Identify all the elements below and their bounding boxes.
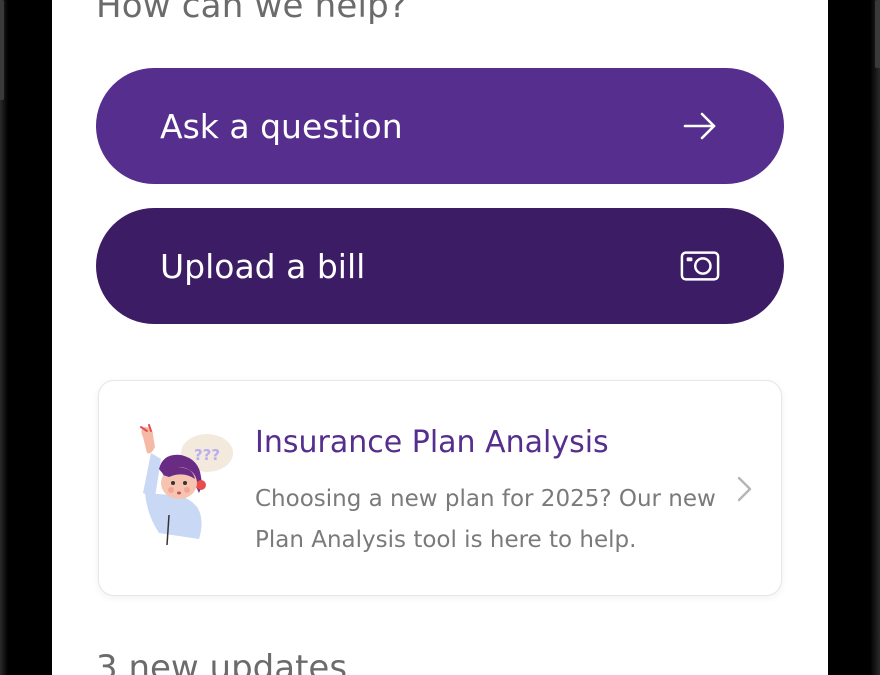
phone-device: How can we help? Ask a question Upload a… [0, 0, 880, 675]
upload-bill-label: Upload a bill [160, 246, 366, 286]
ask-question-button[interactable]: Ask a question [96, 68, 784, 184]
app-screen: How can we help? Ask a question Upload a… [52, 0, 828, 675]
card-description: Choosing a new plan for 2025? Our new Pl… [255, 486, 716, 553]
confused-person-illustration: ??? [129, 423, 239, 553]
device-bezel-right [870, 0, 880, 675]
plan-analysis-card[interactable]: ??? Insurance Plan Analysis Choosing a n… [98, 380, 782, 596]
arrow-right-icon [680, 106, 720, 146]
device-side-button [875, 0, 880, 68]
updates-heading: 3 new updates [96, 648, 348, 675]
ask-question-label: Ask a question [160, 106, 403, 146]
help-heading: How can we help? [96, 0, 408, 26]
upload-bill-button[interactable]: Upload a bill [96, 208, 784, 324]
device-bezel-left [0, 0, 8, 675]
card-title: Insurance Plan Analysis [255, 425, 609, 460]
chevron-right-icon [735, 475, 755, 503]
device-side-button [0, 0, 4, 100]
camera-icon [680, 246, 720, 286]
svg-text:???: ??? [194, 446, 220, 464]
